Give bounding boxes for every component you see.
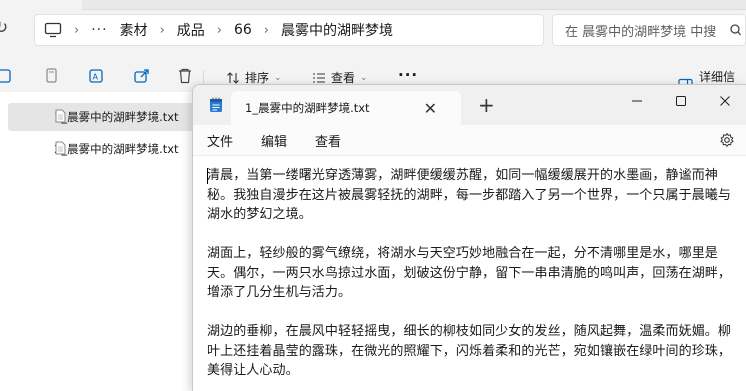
menu-edit[interactable]: 编辑: [261, 131, 287, 150]
chevron-right-icon: ›: [216, 22, 222, 38]
breadcrumb-item-0[interactable]: 素材: [120, 20, 148, 40]
svg-text:A: A: [93, 73, 99, 82]
search-placeholder: 在 晨雾中的湖畔梦境 中搜: [565, 24, 717, 40]
minimize-button[interactable]: [617, 91, 657, 111]
refresh-icon[interactable]: ↻: [0, 18, 8, 38]
search-input[interactable]: 在 晨雾中的湖畔梦境 中搜: [552, 14, 746, 46]
paragraph-1: 清晨，当第一缕曙光穿透薄雾，湖畔便缓缓苏醒，如同一幅缓缓展开的水墨画，静谧而神秘…: [207, 168, 732, 222]
rename-icon[interactable]: A: [88, 67, 106, 85]
notepad-app-icon: [209, 97, 223, 113]
chevron-right-icon: ›: [263, 22, 269, 38]
chevron-down-icon: ⌄: [360, 72, 368, 83]
breadcrumb: › ··· 素材 › 成品 › 66 › 晨雾中的湖畔梦境: [44, 14, 393, 46]
notepad-menu-bar: 文件 编辑 查看: [193, 125, 746, 155]
copy-icon[interactable]: [44, 67, 60, 85]
paragraph-3: 湖边的垂柳，在晨风中轻轻摇曳，细长的柳枝如同少女的发丝，随风起舞，温柔而妩媚。柳…: [207, 324, 732, 378]
breadcrumb-overflow[interactable]: ···: [91, 22, 107, 38]
more-options-button[interactable]: ···: [398, 66, 418, 84]
close-tab-icon[interactable]: ✕: [424, 99, 437, 118]
text-file-icon: [55, 141, 66, 155]
breadcrumb-item-1[interactable]: 成品: [177, 20, 205, 40]
chevron-right-icon: ›: [159, 22, 165, 38]
close-window-button[interactable]: [705, 91, 745, 111]
paragraph-2: 湖面上，轻纱般的雾气缭绕，将湖水与天空巧妙地融合在一起，分不清哪里是水，哪里是天…: [207, 246, 732, 300]
tab-title: 1_晨雾中的湖畔梦境.txt: [245, 101, 370, 115]
new-tab-icon[interactable]: +: [478, 93, 495, 117]
menu-file[interactable]: 文件: [207, 131, 233, 150]
file-name: 1_晨雾中的湖畔梦境.txt: [54, 110, 179, 124]
maximize-button[interactable]: [661, 91, 701, 111]
breadcrumb-item-3[interactable]: 晨雾中的湖畔梦境: [281, 20, 393, 40]
share-icon[interactable]: [133, 67, 151, 85]
delete-icon[interactable]: [177, 67, 193, 85]
new-item-icon[interactable]: [0, 67, 14, 85]
notepad-title-bar[interactable]: 1_晨雾中的湖畔梦境.txt ✕ +: [193, 85, 746, 125]
notepad-tab[interactable]: 1_晨雾中的湖畔梦境.txt ✕: [231, 91, 461, 125]
menu-view[interactable]: 查看: [315, 131, 341, 150]
explorer-tab-strip: [0, 0, 746, 10]
notepad-editor[interactable]: 清晨，当第一缕曙光穿透薄雾，湖畔便缓缓苏醒，如同一幅缓缓展开的水墨画，静谧而神秘…: [193, 155, 746, 391]
view-icon: [312, 71, 326, 85]
sort-icon: [226, 71, 240, 85]
chevron-right-icon: ›: [74, 22, 80, 38]
search-icon: [729, 23, 741, 37]
breadcrumb-item-2[interactable]: 66: [234, 22, 252, 38]
this-pc-icon[interactable]: [44, 22, 62, 38]
gear-icon[interactable]: [719, 132, 735, 148]
list-item[interactable]: 1_晨雾中的湖畔梦境.txt: [8, 103, 193, 131]
chevron-down-icon: ⌄: [274, 72, 282, 83]
file-name: 2_晨雾中的湖畔梦境.txt: [54, 142, 179, 156]
text-caret: [207, 168, 208, 184]
list-item[interactable]: 2_晨雾中的湖畔梦境.txt: [8, 135, 193, 163]
notepad-window: 1_晨雾中的湖畔梦境.txt ✕ + 文件 编辑 查看 清晨，当第一缕曙光穿透薄…: [192, 84, 746, 391]
text-file-icon: [55, 109, 66, 123]
